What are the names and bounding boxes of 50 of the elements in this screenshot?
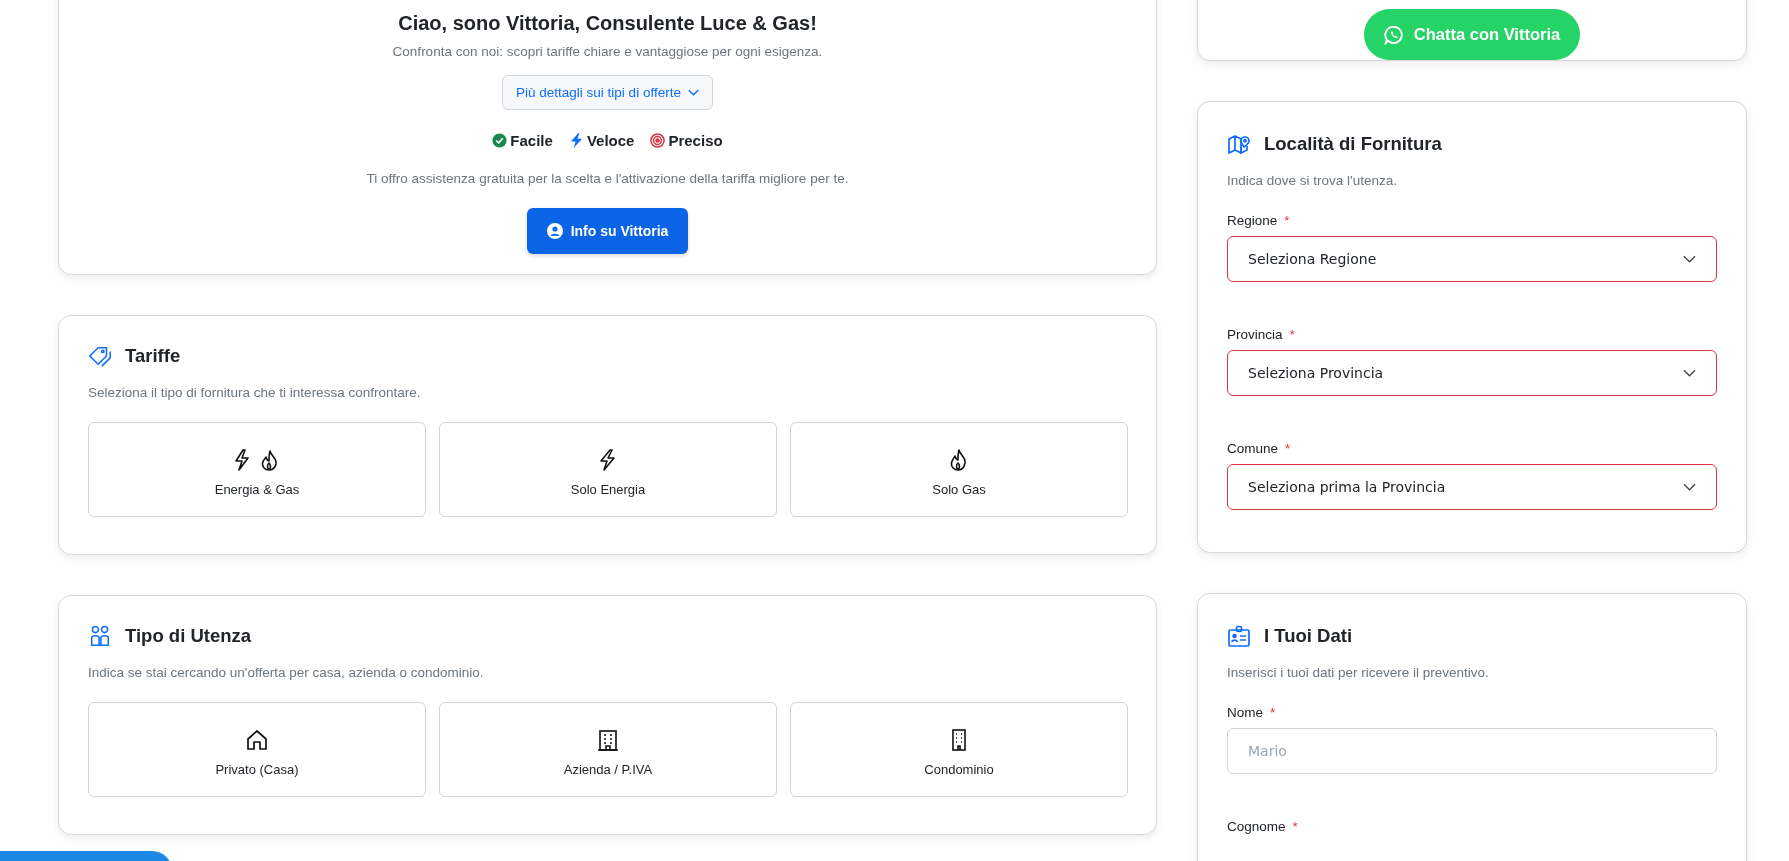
check-circle-icon [492,133,508,148]
option-card[interactable]: Privato (Casa) [88,702,426,797]
section-description: Indica se stai cercando un'offerta per casa, azienda o condominio. [88,664,485,682]
section-description: Inserisci i tuoi dati per ricevere il preventivo. [1227,664,1490,682]
required-asterisk: * [1289,327,1295,342]
tags-icon [88,345,112,367]
section-description: Seleziona il tipo di fornitura che ti interessa confrontare. [88,384,422,402]
field-label: Nome [1227,705,1263,720]
select-field[interactable]: Seleziona Provincia [1227,350,1717,396]
assistance-text: Ti offro assistenza gratuita per la scelta e l'attivazione della tariffa migliore per te. [366,170,849,188]
chevron-down-icon [1683,483,1696,491]
details-dropdown-button[interactable]: Più dettagli sui tipi di offerte [502,75,713,110]
field-label: Regione [1227,213,1278,228]
office-building-icon [597,728,619,751]
map-pin-icon [1227,133,1251,155]
users-icon [88,625,112,647]
option-card[interactable]: Solo Gas [790,422,1128,517]
id-badge-icon [1227,625,1251,647]
option-card[interactable]: Condominio [790,702,1128,797]
required-asterisk: * [1270,705,1276,720]
required-asterisk: * [1285,441,1291,456]
field-label: Cognome [1227,819,1286,834]
section-title: I Tuoi Dati [1264,624,1353,648]
intro-subtitle: Confronta con noi: scopri tariffe chiare e vantaggiose per ogni esigenza. [392,43,823,61]
required-asterisk: * [1292,819,1298,834]
select-field[interactable]: Seleziona Regione [1227,236,1717,282]
field-label: Comune [1227,441,1279,456]
feature-label: Veloce [586,132,635,149]
info-button[interactable]: Info su Vittoria [526,208,689,254]
option-card[interactable]: Azienda / P.IVA [439,702,777,797]
chevron-down-icon [1683,255,1696,263]
section-title: Tariffe [125,344,181,368]
section-title: Località di Fornitura [1264,132,1442,156]
chevron-down-icon [1683,369,1696,377]
field-label: Provincia [1227,327,1283,342]
feature-label: Facile [510,132,553,149]
user-circle-icon [546,223,563,239]
intro-title: Ciao, sono Vittoria, Consulente Luce & Gas! [398,11,817,36]
select-field[interactable]: Seleziona prima la Provincia [1227,464,1717,510]
required-asterisk: * [1284,213,1290,228]
text-field[interactable]: Mario [1227,728,1717,774]
house-icon [246,728,268,751]
section-title: Tipo di Utenza [125,624,252,648]
chevron-down-icon [687,89,699,96]
target-icon [650,133,666,148]
feature-label: Preciso [668,132,723,149]
chat-bubble-icon [1383,24,1404,45]
section-description: Indica dove si trova l'utenza. [1227,172,1398,190]
option-card[interactable]: Energia & Gas [88,422,426,517]
option-card[interactable]: Solo Energia [439,422,777,517]
